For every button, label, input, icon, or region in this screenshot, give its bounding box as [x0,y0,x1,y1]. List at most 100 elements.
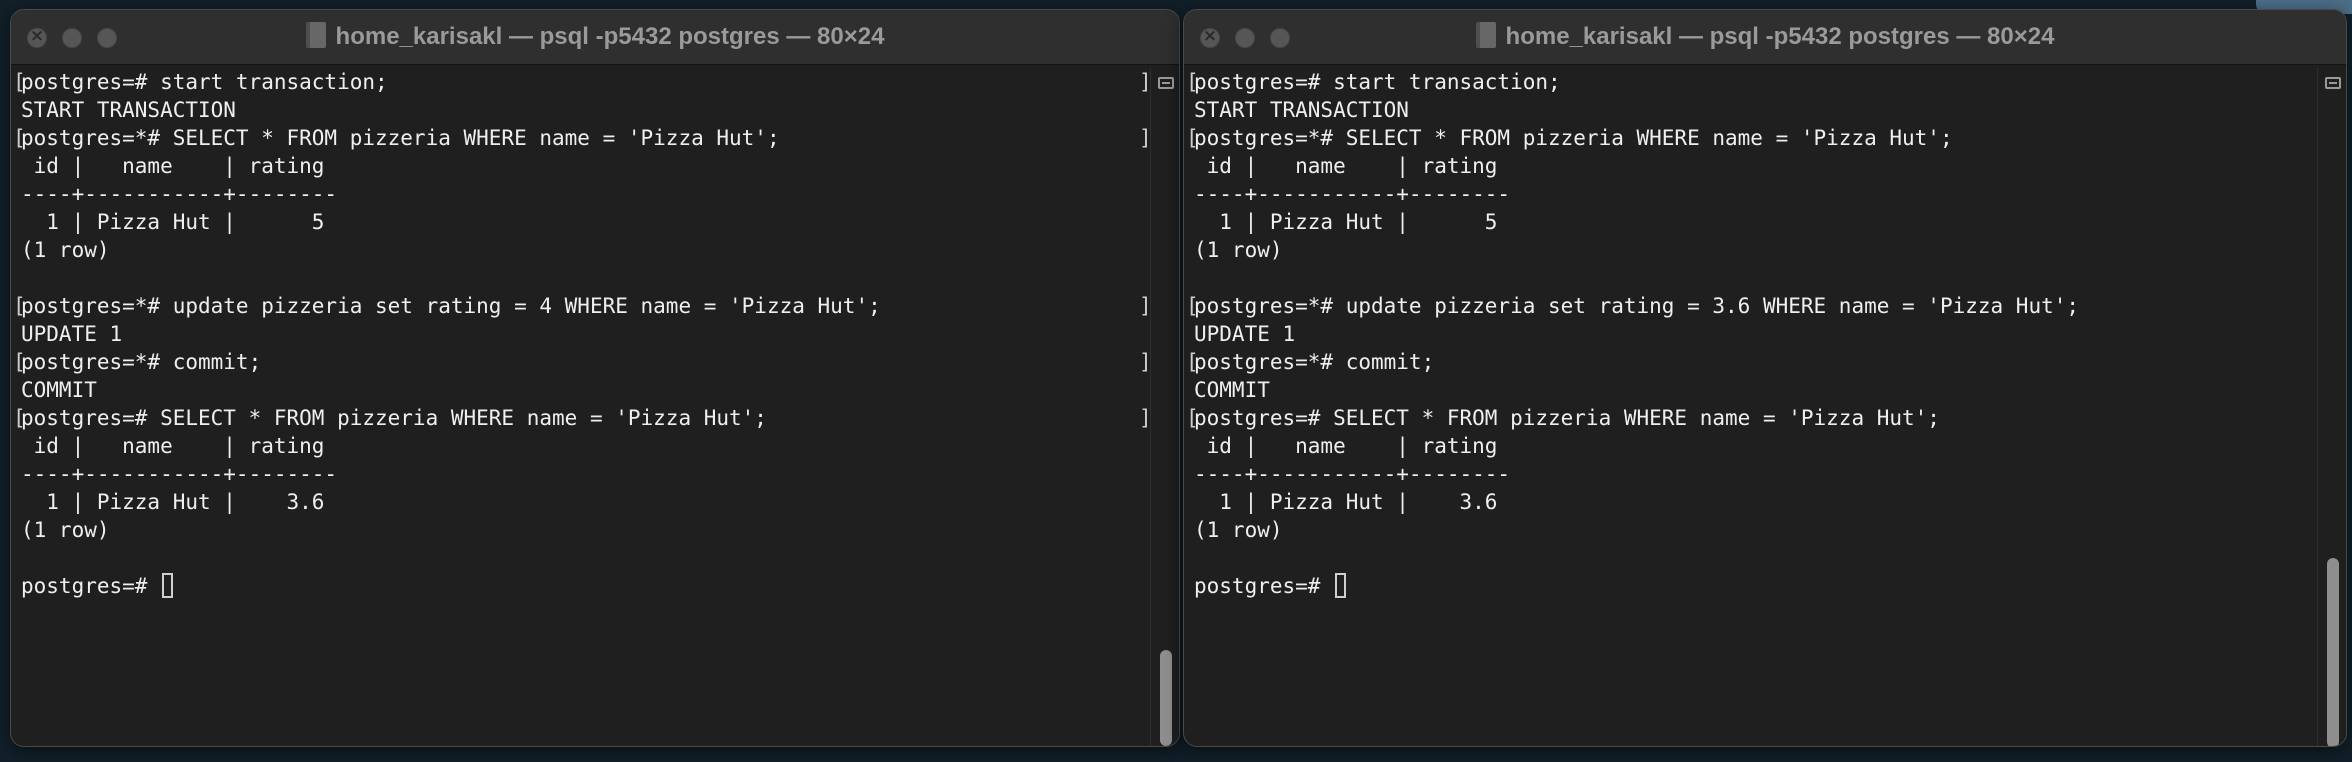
line-mark-close: ] [2314,124,2316,152]
terminal-line: ----+-----------+-------- [1184,460,2316,488]
terminal-line-text: (1 row) [1194,518,1283,542]
window-titlebar[interactable]: home_karisakl — psql -p5432 postgres — 8… [1184,10,2346,65]
terminal-line-text: id | name | rating [21,154,325,178]
terminal-line-text: START TRANSACTION [21,98,236,122]
line-mark-close: ] [2314,68,2316,96]
terminal-line: [postgres=# SELECT * FROM pizzeria WHERE… [1184,404,2316,432]
terminal-line-text: START TRANSACTION [1194,98,1409,122]
terminal-line-text: id | name | rating [1194,434,1498,458]
terminal-line: 1 | Pizza Hut | 3.6 [1184,488,2316,516]
terminal-output[interactable]: [postgres=# start transaction;]START TRA… [11,68,1149,746]
terminal-line: [postgres=*# update pizzeria set rating … [11,292,1149,320]
scrollbar-thumb[interactable] [2327,558,2339,746]
window-title-text: home_karisakl — psql -p5432 postgres — 8… [335,23,885,50]
terminal-line-text: postgres=*# commit; [21,350,262,374]
marks-toggle-icon[interactable] [2325,77,2341,89]
line-mark-close: ] [2314,404,2316,432]
window-titlebar[interactable]: home_karisakl — psql -p5432 postgres — 8… [11,10,1179,65]
document-proxy-icon[interactable] [305,22,326,48]
line-mark-close: ] [1139,292,1149,320]
window-title: home_karisakl — psql -p5432 postgres — 8… [1184,10,2346,64]
terminal-line: [postgres=*# SELECT * FROM pizzeria WHER… [11,124,1149,152]
terminal-line-text: postgres=# [1194,572,1347,600]
terminal-line: UPDATE 1 [1184,320,2316,348]
terminal-line: (1 row) [1184,236,2316,264]
terminal-line-text: ----+-----------+-------- [21,182,338,206]
terminal-output[interactable]: [postgres=# start transaction;]START TRA… [1184,68,2316,746]
scrollbar-thumb[interactable] [1160,650,1172,746]
terminal-line-text: UPDATE 1 [1194,322,1296,346]
terminal-line: START TRANSACTION [1184,96,2316,124]
terminal-line-text: postgres=*# update pizzeria set rating =… [21,294,881,318]
terminal-line-text: (1 row) [21,238,110,262]
terminal-line: id | name | rating [11,152,1149,180]
text-cursor [1335,573,1347,598]
terminal-line-text: postgres=# SELECT * FROM pizzeria WHERE … [21,406,767,430]
terminal-line: id | name | rating [1184,152,2316,180]
terminal-line: START TRANSACTION [11,96,1149,124]
terminal-line-text: postgres=# start transaction; [1194,70,1561,94]
terminal-line: [postgres=# SELECT * FROM pizzeria WHERE… [11,404,1149,432]
terminal-line: postgres=# [11,572,1149,600]
terminal-line-text: 1 | Pizza Hut | 3.6 [21,490,325,514]
terminal-line: [postgres=*# SELECT * FROM pizzeria WHER… [1184,124,2316,152]
terminal-line: [postgres=# start transaction;] [1184,68,2316,96]
line-mark-close: ] [2314,292,2316,320]
window-title: home_karisakl — psql -p5432 postgres — 8… [11,10,1179,64]
terminal-line: postgres=# [1184,572,2316,600]
terminal-window-right[interactable]: home_karisakl — psql -p5432 postgres — 8… [1183,9,2347,747]
terminal-line-text: postgres=*# SELECT * FROM pizzeria WHERE… [1194,126,1953,150]
terminal-line: ----+-----------+-------- [11,180,1149,208]
terminal-line: 1 | Pizza Hut | 5 [1184,208,2316,236]
window-title-text: home_karisakl — psql -p5432 postgres — 8… [1505,23,2055,50]
terminal-line-text: COMMIT [1194,378,1270,402]
text-cursor [162,573,174,598]
terminal-line: UPDATE 1 [11,320,1149,348]
terminal-line: id | name | rating [1184,432,2316,460]
terminal-line-text: postgres=*# update pizzeria set rating =… [1194,294,2080,318]
terminal-line: ----+-----------+-------- [11,460,1149,488]
line-mark-close: ] [1139,124,1149,152]
line-mark-close: ] [1139,348,1149,376]
terminal-line-text: ----+-----------+-------- [1194,182,1511,206]
terminal-line-text: postgres=*# commit; [1194,350,1435,374]
terminal-line: ----+-----------+-------- [1184,180,2316,208]
terminal-line-text: postgres=# start transaction; [21,70,388,94]
terminal-line-text: 1 | Pizza Hut | 5 [21,210,325,234]
terminal-line: (1 row) [11,516,1149,544]
terminal-line: [postgres=*# commit;] [11,348,1149,376]
document-proxy-icon[interactable] [1475,22,1496,48]
terminal-window-left[interactable]: home_karisakl — psql -p5432 postgres — 8… [10,9,1180,747]
marks-toggle-icon[interactable] [1158,77,1174,89]
terminal-line: [postgres=*# update pizzeria set rating … [1184,292,2316,320]
scroll-gutter [2317,68,2346,746]
terminal-line: 1 | Pizza Hut | 5 [11,208,1149,236]
terminal-line: COMMIT [1184,376,2316,404]
terminal-line: (1 row) [11,236,1149,264]
scroll-gutter [1150,68,1179,746]
terminal-line: id | name | rating [11,432,1149,460]
terminal-line-text: (1 row) [21,518,110,542]
terminal-line-text: id | name | rating [1194,154,1498,178]
terminal-line-text: COMMIT [21,378,97,402]
terminal-line-text: UPDATE 1 [21,322,123,346]
line-mark-close: ] [1139,404,1149,432]
terminal-line-text: 1 | Pizza Hut | 3.6 [1194,490,1498,514]
terminal-line-text: postgres=# SELECT * FROM pizzeria WHERE … [1194,406,1940,430]
terminal-line: [postgres=# start transaction;] [11,68,1149,96]
line-mark-close: ] [2314,348,2316,376]
terminal-line: 1 | Pizza Hut | 3.6 [11,488,1149,516]
terminal-line-text: ----+-----------+-------- [21,462,338,486]
terminal-line: COMMIT [11,376,1149,404]
terminal-line: (1 row) [1184,516,2316,544]
terminal-line-text: ----+-----------+-------- [1194,462,1511,486]
terminal-line-text: postgres=# [21,572,174,600]
terminal-line-text: 1 | Pizza Hut | 5 [1194,210,1498,234]
line-mark-close: ] [1139,68,1149,96]
terminal-line-text: id | name | rating [21,434,325,458]
terminal-line-text: (1 row) [1194,238,1283,262]
